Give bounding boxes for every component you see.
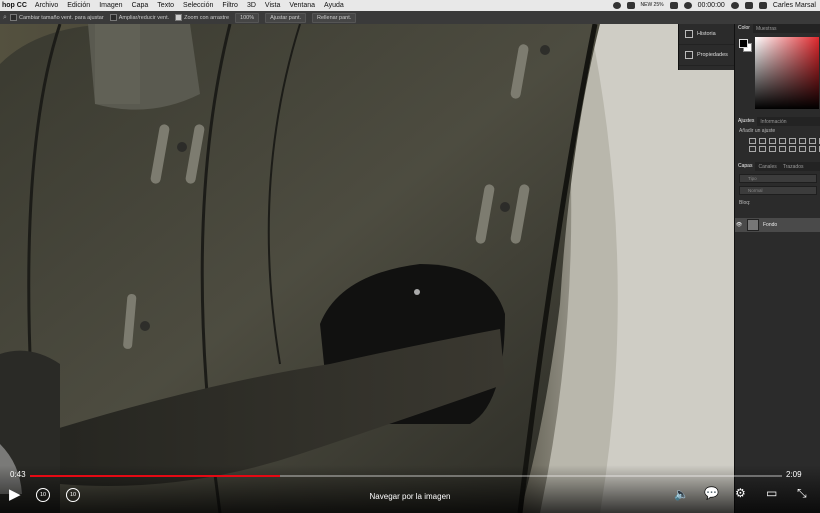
clock-readout[interactable]: 00:00:00 xyxy=(698,2,725,9)
foreground-color-swatch[interactable] xyxy=(739,39,748,48)
color-panel xyxy=(735,33,820,117)
vibrance-icon[interactable] xyxy=(789,138,796,144)
resize-window-checkbox[interactable]: Cambiar tamaño vent. para ajustar xyxy=(10,14,104,21)
menu-ayuda[interactable]: Ayuda xyxy=(324,2,344,9)
history-icon xyxy=(685,30,693,38)
tab-layers[interactable]: Capas xyxy=(735,162,756,171)
menu-vista[interactable]: Vista xyxy=(265,2,280,9)
subtitles-icon[interactable]: 💬 xyxy=(704,486,719,500)
gradient-map-icon[interactable] xyxy=(809,146,816,152)
hue-sat-icon[interactable] xyxy=(799,138,806,144)
tab-adjustments[interactable]: Ajustes xyxy=(735,117,758,126)
threshold-icon[interactable] xyxy=(799,146,806,152)
remaining-time: 2:09 xyxy=(786,470,802,479)
menu-texto[interactable]: Texto xyxy=(157,2,174,9)
lookup-icon[interactable] xyxy=(769,146,776,152)
adjust-subtitle: Añadir un ajuste xyxy=(739,128,776,134)
brightness-icon[interactable] xyxy=(749,138,756,144)
menu-filtro[interactable]: Filtro xyxy=(222,2,238,9)
properties-icon xyxy=(685,51,693,59)
layer-name: Fondo xyxy=(763,222,778,228)
user-name[interactable]: Carles Marsal xyxy=(773,2,816,9)
tab-channels[interactable]: Canales xyxy=(755,164,779,170)
airplane-photo xyxy=(0,24,734,513)
document-canvas[interactable] xyxy=(0,24,734,513)
tab-color[interactable]: Color xyxy=(735,24,753,33)
panel-dock: Historia Propiedades xyxy=(678,24,735,70)
layer-thumbnail xyxy=(747,219,759,231)
exposure-icon[interactable] xyxy=(779,138,786,144)
video-title: Navegar por la imagen xyxy=(369,492,451,501)
adjustment-icons xyxy=(735,136,820,154)
color-picker-field[interactable] xyxy=(755,37,819,109)
photo-filter-icon[interactable] xyxy=(749,146,756,152)
menu-ventana[interactable]: Ventana xyxy=(289,2,315,9)
progress-fill xyxy=(30,475,281,477)
properties-panel-button[interactable]: Propiedades xyxy=(679,45,735,66)
exit-fullscreen-icon[interactable]: ⤡ xyxy=(797,486,807,501)
scrubby-zoom-checkbox[interactable]: Zoom con arrastre xyxy=(175,14,229,21)
menu-capa[interactable]: Capa xyxy=(132,2,149,9)
menu-imagen[interactable]: Imagen xyxy=(99,2,122,9)
tab-info[interactable]: Información xyxy=(757,119,789,125)
blend-mode-select[interactable]: Normal xyxy=(739,186,817,195)
lock-label: Bloq: xyxy=(739,200,751,206)
status-area: NEW 25% 00:00:00 Carles Marsal xyxy=(612,0,816,11)
picture-in-picture-icon[interactable]: ▭ xyxy=(766,486,777,500)
volume-icon[interactable]: 🔈 xyxy=(674,487,689,501)
history-panel-button[interactable]: Historia xyxy=(679,24,735,45)
zoom-tool-icon[interactable]: ⌕ xyxy=(0,14,10,22)
menu-seleccion[interactable]: Selección xyxy=(183,2,213,9)
progress-track[interactable] xyxy=(30,475,782,477)
app-name[interactable]: hop CC xyxy=(2,2,27,9)
zoom-all-windows-checkbox[interactable]: Ampliar/reducir vent. xyxy=(109,14,169,21)
dropbox-icon[interactable] xyxy=(626,2,635,9)
channel-mixer-icon[interactable] xyxy=(759,146,766,152)
elapsed-time: 0:43 xyxy=(10,470,26,479)
fill-screen-button[interactable]: Rellenar pant. xyxy=(312,12,357,23)
right-panels: Color Muestras Ajustes Información Añadi… xyxy=(734,24,820,513)
record-icon[interactable] xyxy=(730,2,739,9)
options-bar: ⌕ Cambiar tamaño vent. para ajustar Ampl… xyxy=(0,11,820,25)
layer-kind-filter[interactable]: Tipo xyxy=(739,174,817,183)
color-tabs: Color Muestras xyxy=(735,24,820,33)
eye-icon[interactable]: 👁 xyxy=(735,222,743,228)
settings-gear-icon[interactable]: ⚙ xyxy=(735,486,746,500)
video-controls-overlay xyxy=(0,465,820,513)
adjust-tabs: Ajustes Información xyxy=(735,117,820,126)
color-balance-icon[interactable] xyxy=(809,138,816,144)
fit-screen-button[interactable]: Ajustar pant. xyxy=(265,12,307,23)
cloud-icon[interactable] xyxy=(612,2,621,9)
levels-icon[interactable] xyxy=(759,138,766,144)
posterize-icon[interactable] xyxy=(789,146,796,152)
invert-icon[interactable] xyxy=(779,146,786,152)
curves-icon[interactable] xyxy=(769,138,776,144)
tab-swatches[interactable]: Muestras xyxy=(753,26,780,32)
layers-panel: Tipo Normal Bloq: 👁 Fondo xyxy=(735,174,820,232)
menu-bar: hop CC Archivo Edición Imagen Capa Texto… xyxy=(0,0,820,11)
cpu-stat[interactable]: NEW 25% xyxy=(641,3,664,8)
layer-row[interactable]: 👁 Fondo xyxy=(735,218,820,232)
menu-3d[interactable]: 3D xyxy=(247,2,256,9)
timer-icon[interactable] xyxy=(683,2,692,9)
camera-icon[interactable] xyxy=(669,2,678,9)
layers-tabs: Capas Canales Trazados xyxy=(735,162,820,171)
wifi-icon[interactable] xyxy=(744,2,753,9)
battery-icon[interactable] xyxy=(758,2,767,9)
zoom-100-button[interactable]: 100% xyxy=(235,12,260,23)
menu-archivo[interactable]: Archivo xyxy=(35,2,58,9)
menu-edicion[interactable]: Edición xyxy=(67,2,90,9)
tab-paths[interactable]: Trazados xyxy=(780,164,807,170)
